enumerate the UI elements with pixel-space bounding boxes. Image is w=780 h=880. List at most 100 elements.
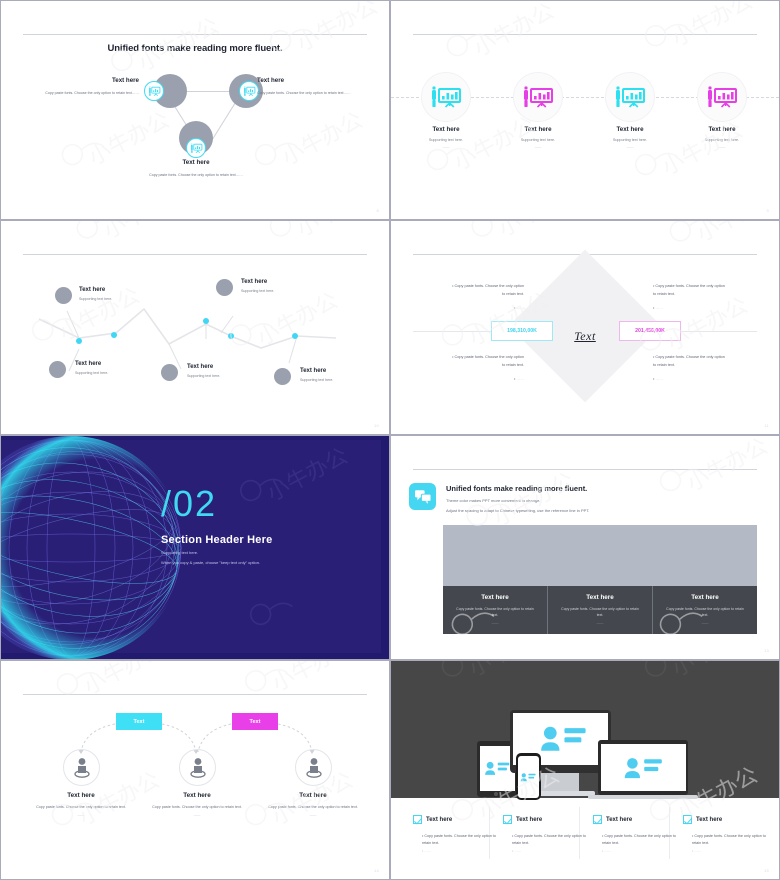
step-sub: Supporting text here. xyxy=(428,138,464,142)
page-number: 13 xyxy=(763,648,769,653)
person-title: Text here xyxy=(183,792,211,799)
milestone-dot-3[interactable] xyxy=(203,318,209,324)
label-title: Text here xyxy=(257,77,285,84)
person-body: Copy paste fonts. Choose the only option… xyxy=(152,805,242,809)
step-title: Text here xyxy=(708,126,736,133)
step-item-3: Text here Supporting text here. —— xyxy=(582,126,678,149)
person-location-icon[interactable] xyxy=(295,749,332,786)
slide-thumbnail-grid: Unified fonts make reading more fluent. … xyxy=(0,0,780,880)
edge-right xyxy=(210,99,238,141)
checkbox-icon[interactable] xyxy=(413,815,422,825)
svg-text:小牛办公: 小牛办公 xyxy=(683,436,772,497)
person-dash: —— xyxy=(77,813,85,818)
bullet-bottom-right: • Copy paste fonts. Choose the only opti… xyxy=(653,354,763,384)
presenter-chart-icon xyxy=(615,86,645,115)
step-title: Text here xyxy=(616,126,644,133)
person-location-icon[interactable] xyxy=(179,749,216,786)
presenter-chart-icon xyxy=(523,86,553,115)
section-sub-1: Supporting text here. xyxy=(161,550,199,555)
card-3[interactable]: Text here Copy paste fonts. Choose the o… xyxy=(653,586,757,634)
label-title: Text here xyxy=(111,77,139,84)
column-bullet-2: • …… xyxy=(602,849,612,854)
tag-magenta[interactable]: Text xyxy=(232,713,278,730)
column-bullet-1: • Copy paste fonts. Choose the only opti… xyxy=(512,834,586,846)
svg-text:小牛办公: 小牛办公 xyxy=(693,221,779,247)
svg-text:小牛办公: 小牛办公 xyxy=(495,221,584,242)
milestone-title: Text here xyxy=(300,368,327,374)
step-item-4: Text here Supporting text here. —— xyxy=(674,126,770,149)
milestone-ball-1[interactable] xyxy=(55,287,72,304)
kpi-right[interactable]: 201,456,00K xyxy=(619,321,681,341)
slide-polyline-milestones[interactable]: Text here Supporting text here. Text her… xyxy=(0,220,390,435)
checkbox-icon[interactable] xyxy=(683,815,692,825)
milestone-title: Text here xyxy=(79,287,106,293)
presentation-chart-icon xyxy=(239,81,259,101)
milestone-ball-2[interactable] xyxy=(216,279,233,296)
milestone-dot-1[interactable] xyxy=(76,338,82,344)
contact-card-icon xyxy=(624,758,662,779)
device-laptop xyxy=(598,740,688,795)
page-number: 11 xyxy=(764,423,769,428)
checklist-column-3: Text here • Copy paste fonts. Choose the… xyxy=(593,811,681,853)
presentation-chart-icon xyxy=(144,81,164,101)
header-rule xyxy=(23,34,367,35)
step-dash: —— xyxy=(718,145,726,149)
slide-four-step-timeline[interactable]: Text here Supporting text here. —— Text … xyxy=(390,0,780,220)
header-rule xyxy=(413,34,757,35)
milestone-dot-2[interactable] xyxy=(111,332,117,338)
card-1[interactable]: Text here Copy paste fonts. Choose the o… xyxy=(443,586,548,634)
milestone-ball-5[interactable] xyxy=(274,368,291,385)
card-body: Copy paste fonts. Choose the only option… xyxy=(561,607,639,618)
slide-diamond-comparison[interactable]: Text 198,310,00K 201,456,00K • Copy past… xyxy=(390,220,780,435)
card-title: Text here xyxy=(586,594,614,601)
section-sub-2: When you copy & paste, choose "keep text… xyxy=(161,560,261,565)
person-body: Copy paste fonts. Choose the only option… xyxy=(36,805,126,809)
step-dash: —— xyxy=(626,145,634,149)
milestone-label-5: Text here Supporting text here. xyxy=(300,368,389,382)
step-item-1: Text here Supporting text here. —— xyxy=(398,126,494,149)
step-sub: Supporting text here. xyxy=(612,138,648,142)
column-title: Text here xyxy=(696,816,723,823)
column-bullet-1: • Copy paste fonts. Choose the only opti… xyxy=(422,834,496,846)
contact-card-icon xyxy=(484,761,509,775)
column-title: Text here xyxy=(606,816,633,823)
column-title: Text here xyxy=(426,816,453,823)
step-dash: —— xyxy=(534,145,542,149)
bullet-line3: …… xyxy=(516,377,524,382)
card-body: Copy paste fonts. Choose the only option… xyxy=(456,607,534,618)
milestone-ball-3[interactable] xyxy=(49,361,66,378)
person-item-2: Text here Copy paste fonts. Choose the o… xyxy=(137,792,257,817)
bullet-line2: to retain text. xyxy=(502,291,524,296)
section-title: Section Header Here xyxy=(161,534,273,546)
sphere-graphic xyxy=(1,436,183,659)
page-number: 9 xyxy=(766,208,769,213)
milestone-dot-5[interactable] xyxy=(292,333,298,339)
page-number: 10 xyxy=(373,423,379,428)
checkbox-icon[interactable] xyxy=(593,815,602,825)
svg-text:小牛办公: 小牛办公 xyxy=(278,108,367,171)
bullet-line2: to retain text. xyxy=(653,291,675,296)
card-2[interactable]: Text here Copy paste fonts. Choose the o… xyxy=(548,586,653,634)
card-dash: —— xyxy=(491,620,499,625)
milestone-label-2: Text here Supporting text here. xyxy=(241,279,351,293)
slide-device-mockups[interactable]: Text here • Copy paste fonts. Choose the… xyxy=(390,660,780,880)
tag-cyan[interactable]: Text xyxy=(116,713,162,730)
card-dash: —— xyxy=(596,620,604,625)
slide-person-tags[interactable]: Text Text Text here Copy paste fonts. Ch… xyxy=(0,660,390,880)
network-label-2: Text here Copy paste fonts. Choose the o… xyxy=(257,77,377,97)
milestone-ball-4[interactable] xyxy=(161,364,178,381)
slide-section-header[interactable]: /02 Section Header Here Supporting text … xyxy=(0,435,390,660)
checkbox-icon[interactable] xyxy=(503,815,512,825)
slide-image-three-cards[interactable]: Unified fonts make reading more fluent. … xyxy=(390,435,780,660)
column-bullet-1: • Copy paste fonts. Choose the only opti… xyxy=(692,834,766,846)
milestone-dot-4[interactable] xyxy=(228,333,234,339)
presenter-chart-icon xyxy=(707,86,737,115)
person-location-icon[interactable] xyxy=(63,749,100,786)
kpi-left[interactable]: 198,310,00K xyxy=(491,321,553,341)
section-number: /02 xyxy=(161,483,218,524)
slide-triangle-network[interactable]: Unified fonts make reading more fluent. … xyxy=(0,0,390,220)
checklist-column-4: Text here • Copy paste fonts. Choose the… xyxy=(683,811,771,853)
person-title: Text here xyxy=(299,792,327,799)
subtitle-line-2: Adjust the spacing to adapt to Chinese t… xyxy=(446,508,590,513)
polyline-path xyxy=(38,307,337,372)
